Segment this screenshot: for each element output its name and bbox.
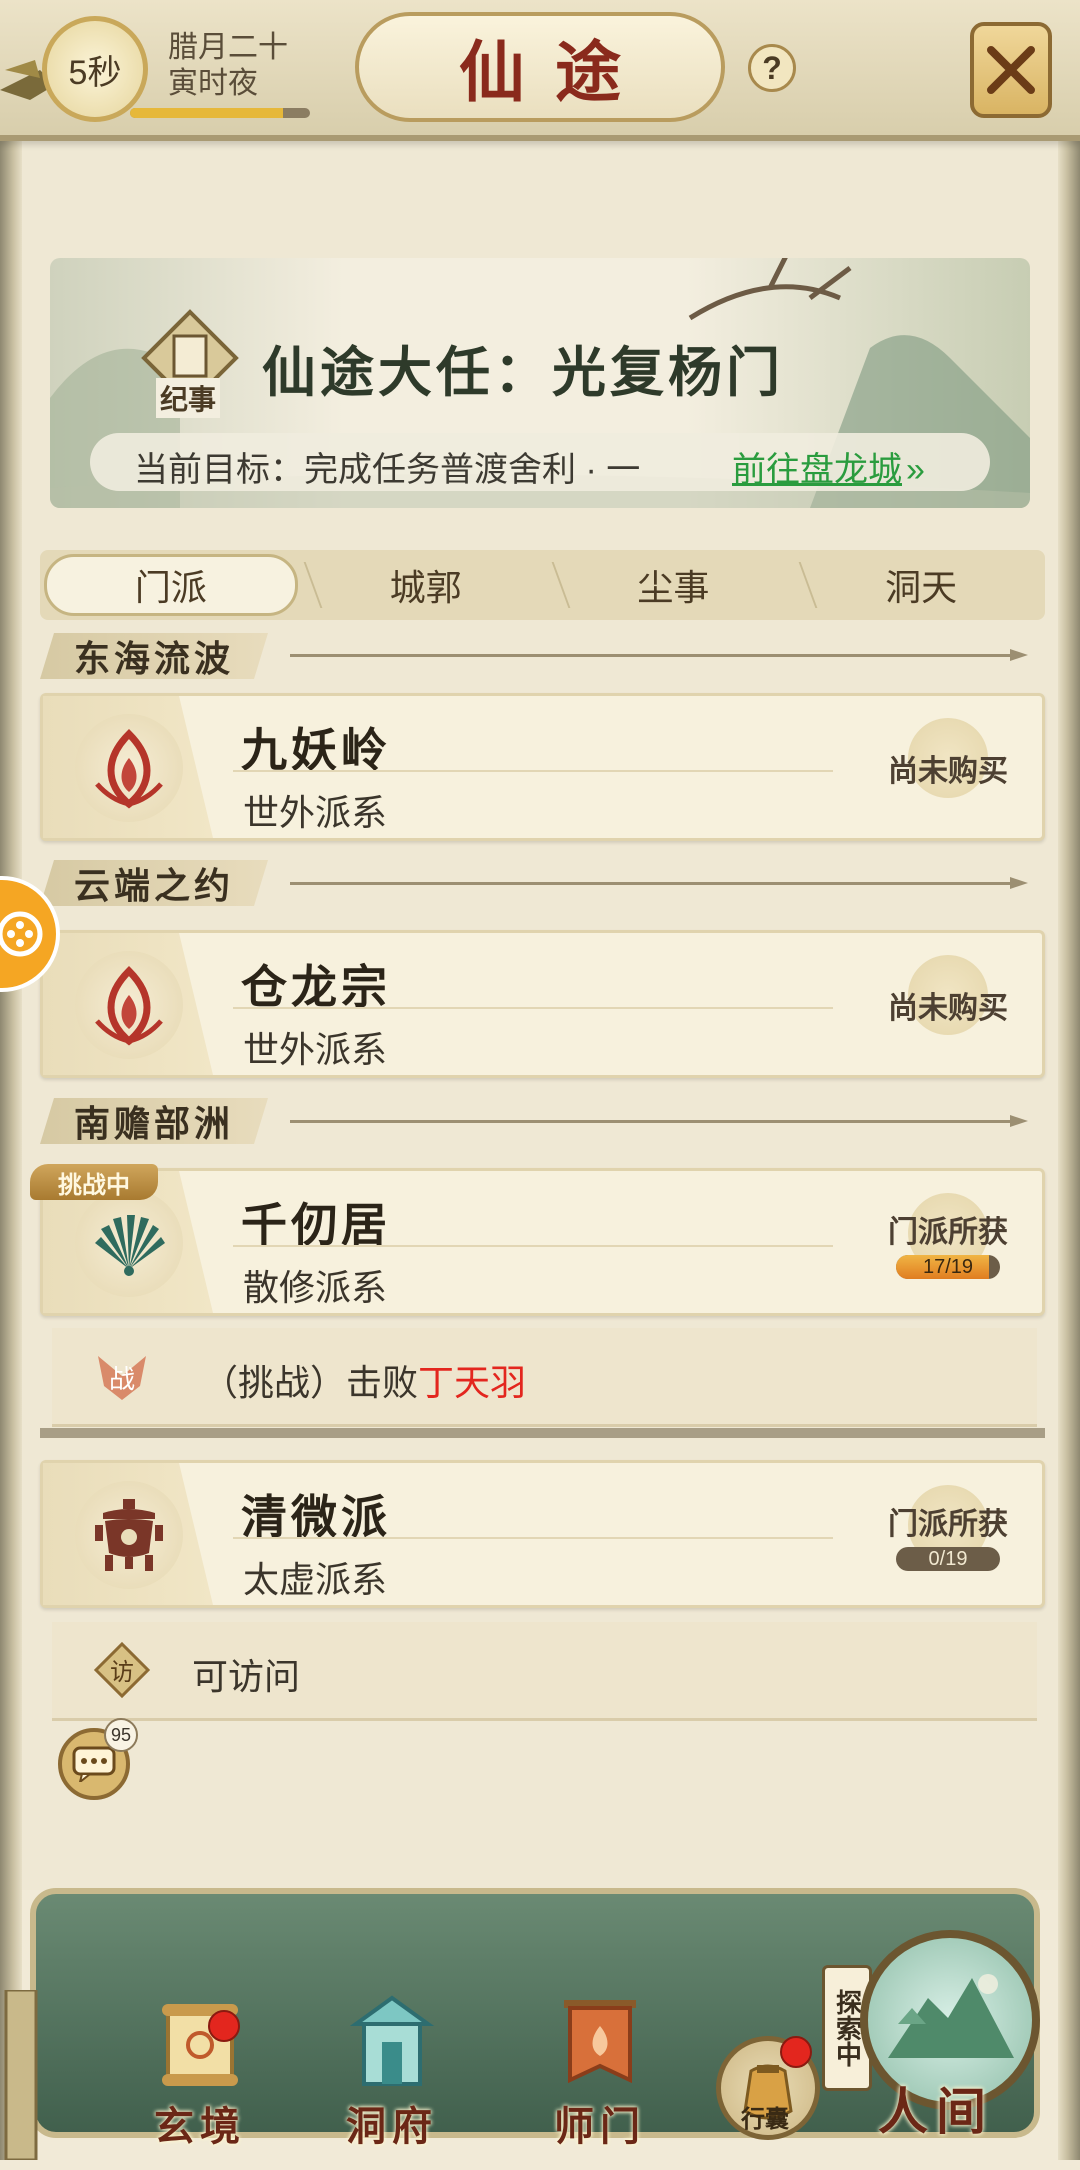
help-icon: ? (762, 49, 782, 86)
progress-text: 0/19 (928, 1547, 968, 1570)
task-row-visit[interactable]: 访 可访问 (52, 1622, 1037, 1721)
sect-card-qingweipai[interactable]: 清微派 太虚派系 门派所获 0/19 (40, 1460, 1045, 1608)
category-tabs: 门派 城郭 尘事 洞天 (40, 550, 1045, 620)
notification-dot (208, 2010, 240, 2042)
sect-card-jiuyaoling[interactable]: 九妖岭 世外派系 尚未购买 (40, 693, 1045, 841)
status-text: 门派所获 (888, 1215, 1008, 1250)
countdown-timer[interactable]: 5秒 (42, 16, 148, 122)
fan-emblem-icon (95, 1215, 165, 1276)
close-icon (987, 46, 1035, 94)
chat-count-badge: 95 (104, 1718, 138, 1752)
sect-type: 世外派系 (243, 792, 388, 833)
banner-flag-icon (564, 2000, 636, 2084)
svg-text:访: 访 (110, 1658, 134, 1686)
incense-burner-emblem-icon (95, 1499, 163, 1571)
scroll-end-ornament (4, 1990, 38, 2160)
right-frame (1058, 0, 1080, 2160)
time-progress-fill (130, 108, 283, 118)
nav-xuanjing[interactable]: 玄境 (130, 1990, 270, 2170)
card-separator (40, 1428, 1045, 1438)
card-divider (233, 770, 833, 772)
section-header-yunduan: 云端之约 (40, 860, 268, 906)
sect-status: 门派所获 0/19 (873, 1485, 1023, 1585)
tab-sect[interactable]: 门派 (44, 554, 298, 616)
card-divider (233, 1245, 833, 1247)
pavilion-icon (349, 1995, 435, 2086)
close-button[interactable] (970, 22, 1052, 118)
tab-city[interactable]: 城郭 (302, 550, 550, 620)
scroll-icon (162, 2004, 238, 2086)
nav-dongfu[interactable]: 洞府 (322, 1990, 462, 2170)
card-divider (233, 1007, 833, 1009)
goto-link[interactable]: 前往盘龙城» (732, 442, 925, 491)
section-divider (290, 882, 1010, 885)
visit-icon: 访 (92, 1640, 152, 1700)
section-header-nanzhan: 南赡部洲 (40, 1098, 268, 1144)
tab-cave[interactable]: 洞天 (797, 550, 1045, 620)
help-button[interactable]: ? (748, 44, 796, 92)
tab-world-affairs[interactable]: 尘事 (550, 550, 798, 620)
double-chevron-icon: » (906, 451, 925, 489)
section-divider (290, 1120, 1010, 1123)
sect-progress: 0/19 (896, 1547, 1000, 1571)
sect-status: 尚未购买 (873, 718, 1023, 818)
status-text: 门派所获 (888, 1507, 1008, 1542)
nav-label: 玄境 (154, 2103, 246, 2150)
sect-status: 尚未购买 (873, 955, 1023, 1055)
sect-progress: 17/19 (896, 1255, 1000, 1279)
section-divider-end (1010, 1115, 1028, 1127)
emblem-frame (75, 951, 183, 1059)
nav-label: 行囊 (741, 2104, 789, 2133)
goal-text: 当前目标：完成任务普渡舍利 · 一 (134, 451, 641, 489)
sect-card-canglongzong[interactable]: 仓龙宗 世外派系 尚未购买 (40, 930, 1045, 1078)
svg-text:战: 战 (109, 1365, 135, 1395)
section-header-donghai: 东海流波 (40, 633, 268, 679)
sect-card-qianrenju[interactable]: 千仞居 散修派系 门派所获 17/19 (40, 1168, 1045, 1316)
timer-text: 5秒 (68, 53, 122, 92)
flame-emblem-icon (95, 966, 163, 1046)
challenging-tag: 挑战中 (30, 1164, 158, 1200)
time-progress-bar (130, 108, 310, 118)
gamepad-icon (0, 911, 43, 957)
lunar-time: 寅时夜 (168, 67, 258, 100)
emblem-frame (75, 714, 183, 822)
section-divider-end (1010, 649, 1028, 661)
sect-type: 太虚派系 (243, 1559, 388, 1600)
task-text: 可访问 (192, 1656, 301, 1697)
emblem-frame (75, 1189, 183, 1297)
notification-dot (780, 2036, 812, 2068)
section-divider-end (1010, 877, 1028, 889)
emblem-frame (75, 1481, 183, 1589)
task-text: （挑战）击败丁天羽 (202, 1354, 526, 1406)
nav-shimen[interactable]: 师门 (530, 1990, 670, 2170)
card-divider (233, 1537, 833, 1539)
title-plate: 仙途 (355, 12, 725, 122)
left-frame (0, 0, 22, 2160)
sect-type: 散修派系 (243, 1267, 388, 1308)
nav-renjian-label: 人间 (878, 2082, 994, 2141)
section-divider (290, 654, 1010, 657)
goto-link-text: 前往盘龙城 (732, 451, 902, 489)
task-prefix: （挑战）击败 (202, 1362, 419, 1403)
nav-label: 洞府 (346, 2103, 438, 2150)
status-text: 尚未购买 (888, 991, 1008, 1026)
status-text: 尚未购买 (888, 754, 1008, 789)
quest-title: 仙途大任：光复杨门 (262, 340, 784, 404)
battle-icon: 战 (92, 1346, 152, 1406)
flame-emblem-icon (95, 729, 163, 809)
nav-label: 师门 (554, 2103, 646, 2150)
progress-text: 17/19 (922, 1255, 974, 1278)
chat-bubble-icon (72, 1746, 116, 1782)
task-row-challenge[interactable]: 战 （挑战）击败丁天羽 (52, 1328, 1037, 1427)
sect-status: 门派所获 17/19 (873, 1193, 1023, 1293)
page-title: 仙途 (459, 33, 651, 111)
sect-type: 世外派系 (243, 1029, 388, 1070)
task-target-name: 丁天羽 (418, 1362, 527, 1403)
chronicle-label: 纪事 (156, 378, 221, 418)
